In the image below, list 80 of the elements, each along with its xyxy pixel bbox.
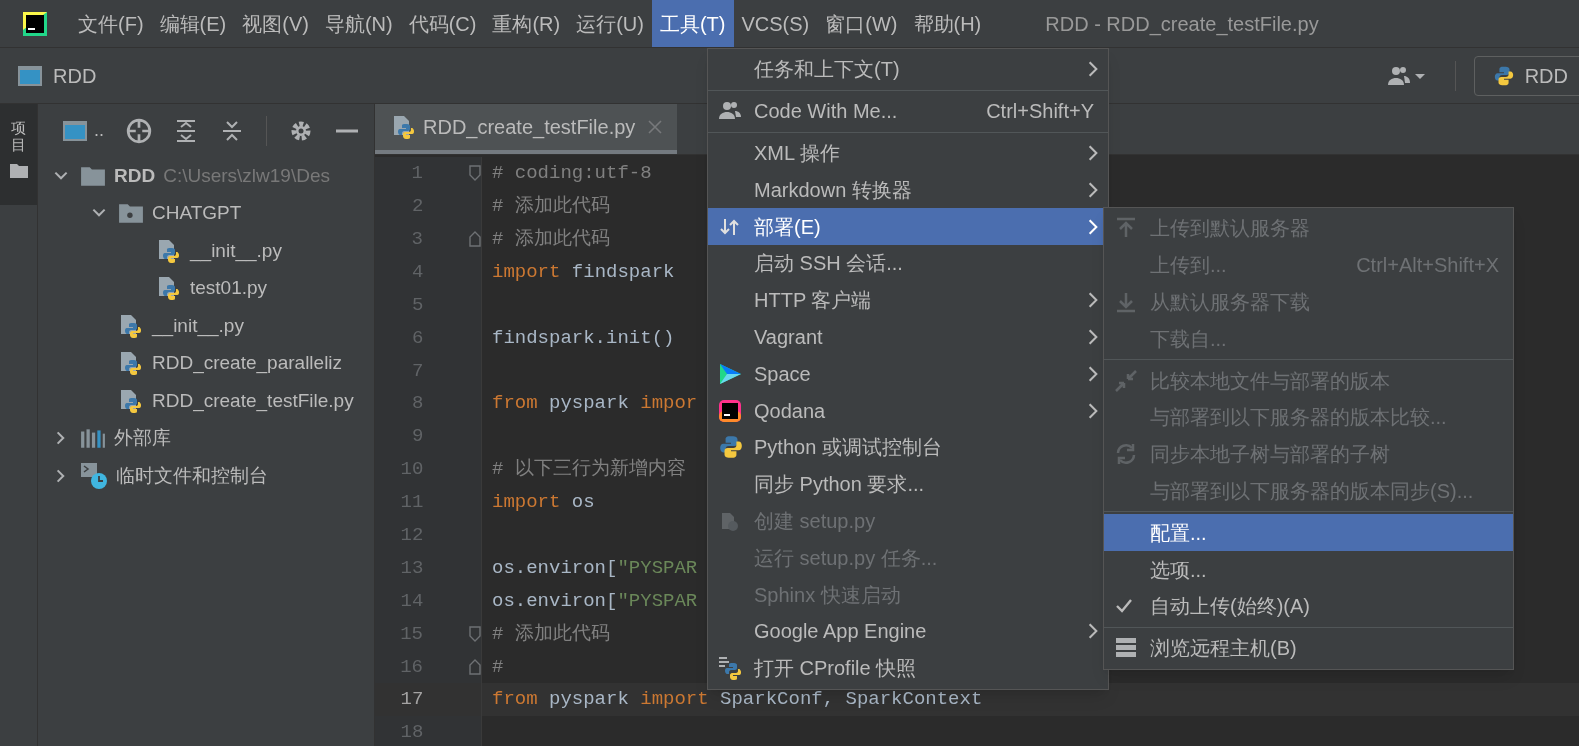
folder-icon — [80, 164, 106, 187]
python-file-icon — [156, 275, 182, 302]
panel-title[interactable]: .. — [94, 117, 104, 144]
window-title: RDD - RDD_create_testFile.py — [1045, 11, 1319, 38]
menu-item[interactable]: Space — [708, 355, 1108, 393]
run-config-button[interactable]: RDD — [1473, 55, 1579, 96]
tree-item[interactable]: 外部库 — [114, 424, 171, 453]
menubar-item[interactable]: 编辑(E) — [151, 0, 235, 47]
expand-all-icon[interactable] — [174, 118, 198, 143]
menu-item[interactable]: HTTP 客户端 — [708, 281, 1108, 319]
python-file-icon — [118, 350, 144, 377]
menu-item[interactable]: Qodana — [708, 392, 1108, 429]
python-console-icon — [718, 434, 744, 461]
menu-item[interactable]: Python 或调试控制台 — [708, 428, 1108, 466]
scratch-console-icon — [80, 461, 108, 490]
code-line: from pyspark import SparkConf, SparkContext — [492, 687, 983, 713]
menubar-item[interactable]: VCS(S) — [733, 0, 818, 47]
tree-item[interactable]: CHATGPT — [152, 199, 242, 228]
menu-item[interactable]: Vagrant — [708, 318, 1108, 356]
menubar-item[interactable]: 工具(T) — [651, 0, 734, 47]
project-tool-tab[interactable]: 项目 — [0, 104, 37, 205]
menubar-item[interactable]: 代码(C) — [400, 0, 485, 47]
download-icon — [1114, 290, 1138, 314]
breadcrumb[interactable]: RDD — [53, 60, 97, 91]
python-file-icon — [391, 114, 417, 140]
menubar-item[interactable]: 运行(U) — [568, 0, 652, 47]
collapse-all-icon[interactable] — [220, 118, 244, 143]
code-line: import os — [492, 490, 595, 516]
code-line: os.environ["PYSPAR — [492, 588, 698, 614]
menubar-item[interactable]: 文件(F) — [70, 0, 152, 47]
menubar-item[interactable]: 导航(N) — [316, 0, 401, 47]
code-line: # 添加此代码 — [492, 621, 610, 647]
code-line: os.environ["PYSPAR — [492, 555, 698, 581]
code-line: # 添加此代码 — [492, 226, 610, 252]
tree-item[interactable]: 临时文件和控制台 — [116, 461, 268, 490]
code-line: # coding:utf-8 — [492, 161, 652, 187]
tree-item[interactable]: RDD — [114, 161, 156, 190]
tree-item[interactable]: __init__.py — [190, 236, 282, 265]
menu-item[interactable]: Markdown 转换器 — [708, 171, 1108, 209]
menu-item[interactable]: Code With Me... Ctrl+Shift+Y — [708, 92, 1108, 130]
window-icon[interactable] — [62, 119, 88, 142]
code-line: # — [492, 654, 504, 680]
code-line: findspark.init() — [492, 325, 675, 351]
editor-tab[interactable]: RDD_create_testFile.py — [375, 104, 678, 154]
tree-item[interactable]: RDD_create_testFile.py — [152, 386, 354, 415]
code-line: # 以下三行为新增内容 — [492, 457, 686, 483]
library-icon — [80, 427, 106, 450]
menubar-item[interactable]: 视图(V) — [234, 0, 317, 47]
fold-end-icon[interactable] — [469, 231, 481, 248]
fold-start-icon[interactable] — [469, 625, 481, 642]
menubar-item[interactable]: 重构(R) — [484, 0, 569, 47]
fold-end-icon[interactable] — [469, 658, 481, 675]
menubar-item[interactable]: 窗口(W) — [817, 0, 906, 47]
menubar-item[interactable]: 帮助(H) — [905, 0, 990, 47]
folder-icon — [8, 163, 29, 179]
code-line: from pyspark impor — [492, 391, 698, 417]
tree-item[interactable]: test01.py — [190, 274, 268, 303]
code-line: # 添加此代码 — [492, 194, 610, 220]
python-icon — [1492, 64, 1515, 87]
window-icon — [17, 64, 43, 87]
fold-start-icon[interactable] — [469, 165, 481, 182]
python-file-icon — [118, 387, 144, 414]
menu-item[interactable]: 配置... — [1104, 514, 1513, 552]
qodana-logo-icon — [718, 398, 742, 423]
profile-icon — [718, 655, 744, 682]
python-file-icon — [118, 312, 144, 339]
line-number: 17 — [399, 687, 424, 713]
python-file-icon — [156, 237, 182, 264]
tree-item[interactable]: RDD_create_paralleliz — [152, 349, 343, 378]
triangle-logo-icon — [718, 361, 742, 386]
tree-item-path: C:\Users\zlw19\Des — [163, 163, 330, 188]
menu-item[interactable]: 任务和上下文(T) — [708, 51, 1108, 88]
sync-icon — [1114, 442, 1138, 467]
code-line: import findspark — [492, 259, 675, 285]
crosshair-icon[interactable] — [126, 117, 152, 144]
menu-item[interactable]: 选项... — [1104, 551, 1513, 588]
tree-item[interactable]: __init__.py — [152, 311, 244, 340]
package-folder-icon — [118, 202, 144, 225]
menu-item[interactable]: XML 操作 — [708, 134, 1108, 172]
compare-arrows-icon — [1114, 368, 1138, 393]
